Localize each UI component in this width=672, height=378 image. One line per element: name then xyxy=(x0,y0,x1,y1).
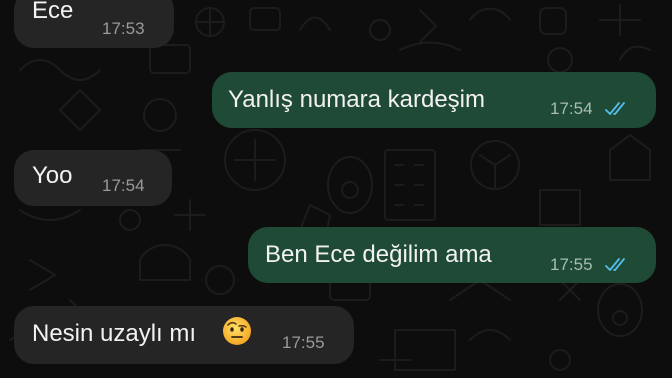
message-time: 17:54 xyxy=(102,176,145,195)
double-check-icon xyxy=(605,258,625,271)
message-text: Nesin uzaylı mı xyxy=(32,320,197,347)
chat-conversation: Ece 17:53 Yanlış numara kardeşim 17:54 Y… xyxy=(0,0,672,378)
message-time: 17:55 xyxy=(550,255,593,274)
message-text: Yanlış numara kardeşim xyxy=(228,86,485,113)
message-time: 17:54 xyxy=(550,99,593,118)
double-check-icon xyxy=(605,102,625,115)
message-bubble-incoming[interactable]: Yoo 17:54 xyxy=(14,150,172,206)
message-bubble-outgoing[interactable]: Yanlış numara kardeşim 17:54 xyxy=(212,72,656,128)
message-text: Ben Ece değilim ama xyxy=(265,241,492,268)
message-text: Ece xyxy=(32,0,74,24)
message-bubble-outgoing[interactable]: Ben Ece değilim ama 17:55 xyxy=(248,227,656,283)
message-time: 17:53 xyxy=(102,19,145,38)
message-text: Yoo xyxy=(32,162,73,189)
message-bubble-incoming[interactable]: Nesin uzaylı mı 17:55 xyxy=(14,306,354,364)
message-time: 17:55 xyxy=(282,333,325,352)
message-bubble-incoming[interactable]: Ece 17:53 xyxy=(14,0,174,48)
face-with-raised-eyebrow-emoji xyxy=(223,317,251,345)
